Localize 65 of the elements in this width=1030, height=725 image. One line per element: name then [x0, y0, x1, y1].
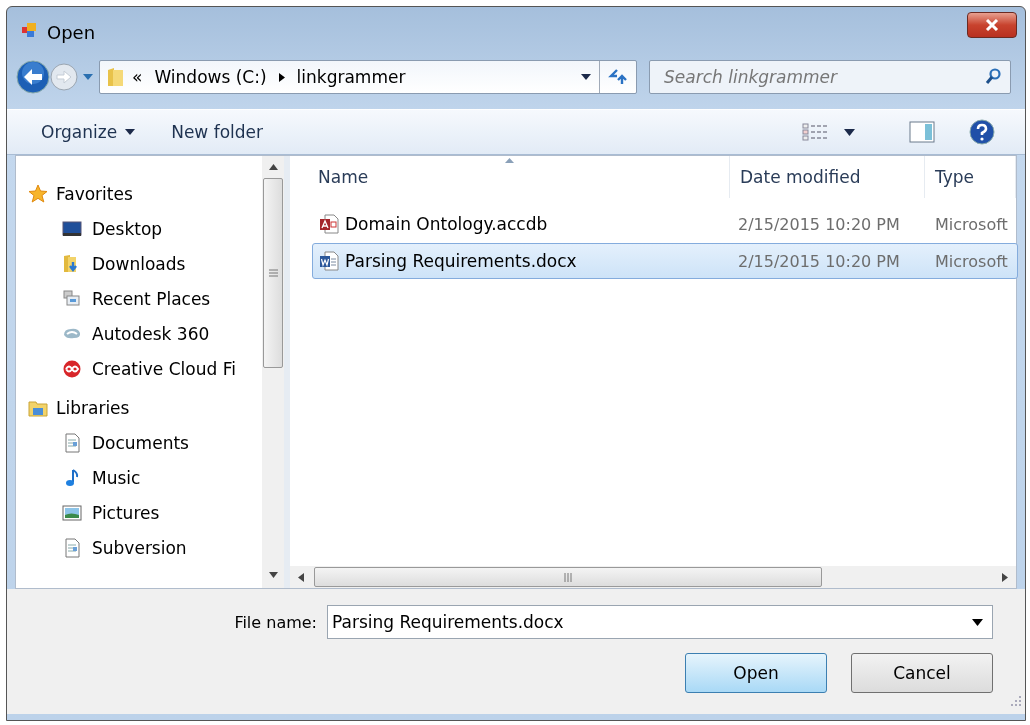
- grip-icon: [268, 269, 278, 277]
- sidebar-item[interactable]: Documents: [92, 432, 189, 453]
- scroll-down-icon[interactable]: [268, 572, 278, 578]
- date-cell-text: 2/15/2015 10:20 PM: [737, 251, 901, 271]
- address-bar[interactable]: « Windows (C:) linkgrammer: [99, 60, 637, 94]
- sidebar-item[interactable]: Music: [92, 467, 141, 488]
- sidebar-item[interactable]: Desktop: [92, 218, 163, 239]
- search-icon[interactable]: [985, 68, 1001, 86]
- caret-icon: [125, 129, 136, 135]
- scrollbar[interactable]: [290, 566, 1016, 588]
- document-icon: [62, 537, 82, 558]
- file-name[interactable]: Domain Ontology.accdb: [345, 214, 548, 234]
- scrollbar[interactable]: [262, 156, 284, 588]
- column-header[interactable]: Date modified: [730, 156, 925, 198]
- file-name-label: File name:: [234, 612, 317, 632]
- column-header[interactable]: Type: [925, 156, 1016, 198]
- search-field[interactable]: Search linkgrammer: [649, 60, 1011, 94]
- file-row[interactable]: Parsing Requirements.docx 2/15/2015 10:20 PM Microsoft: [312, 243, 1018, 279]
- caret-icon[interactable]: [844, 128, 855, 136]
- sidebar-item[interactable]: Pictures: [92, 502, 160, 523]
- document-icon: [62, 432, 82, 453]
- sidebar-item[interactable]: Creative Cloud Fi: [92, 358, 236, 379]
- access-file-icon: [319, 214, 339, 234]
- breadcrumb[interactable]: Windows (C:): [154, 67, 267, 87]
- sidebar-item[interactable]: Recent Places: [92, 288, 211, 309]
- back-button[interactable]: [15, 59, 51, 95]
- infinity-icon: [62, 358, 82, 379]
- type-cell-text: Microsoft: [934, 251, 1009, 271]
- dialog-button[interactable]: Open: [685, 653, 827, 693]
- file-name[interactable]: Parsing Requirements.docx: [345, 251, 577, 271]
- sidebar-item[interactable]: Autodesk 360: [92, 323, 210, 344]
- desktop-icon: [62, 218, 82, 239]
- overflow-chevron[interactable]: «: [132, 67, 143, 87]
- close-button[interactable]: [967, 12, 1017, 38]
- sidebar-group[interactable]: Favorites: [56, 183, 133, 204]
- file-name-field[interactable]: Parsing Requirements.docx: [327, 605, 993, 639]
- folder-icon: [106, 67, 124, 87]
- star-icon: [28, 183, 48, 204]
- help-icon[interactable]: [969, 119, 995, 145]
- scroll-right-icon[interactable]: [1002, 572, 1008, 582]
- breadcrumb[interactable]: linkgrammer: [296, 67, 406, 87]
- sidebar-group[interactable]: Libraries: [56, 397, 130, 418]
- file-row[interactable]: Domain Ontology.accdb 2/15/2015 10:20 PM Microsoft: [312, 206, 1018, 242]
- caret-icon[interactable]: [581, 74, 591, 80]
- close-icon: [984, 19, 1000, 31]
- toolbar-button[interactable]: New folder: [169, 118, 265, 146]
- history-caret-icon[interactable]: [83, 73, 93, 81]
- sidebar-item[interactable]: Subversion: [92, 537, 187, 558]
- resize-grip-icon[interactable]: [1011, 696, 1021, 706]
- sidebar-item[interactable]: Downloads: [92, 253, 186, 274]
- recent-places-icon: [62, 288, 82, 309]
- date-cell-text: 2/15/2015 10:20 PM: [737, 214, 901, 234]
- type-cell-text: Microsoft: [934, 214, 1009, 234]
- scroll-left-icon[interactable]: [298, 572, 304, 582]
- grip-icon: [564, 572, 572, 582]
- column-header[interactable]: Name: [290, 156, 730, 198]
- chevron-right-icon: [278, 72, 285, 82]
- caret-icon[interactable]: [972, 619, 983, 626]
- picture-icon: [62, 502, 82, 523]
- scroll-up-icon[interactable]: [268, 164, 278, 170]
- word-file-icon: [319, 251, 339, 271]
- toolbar-button[interactable]: Organize: [39, 118, 138, 146]
- sort-arrow-icon: [504, 158, 514, 163]
- window-title: Open: [47, 21, 97, 43]
- dialog-button[interactable]: Cancel: [851, 653, 993, 693]
